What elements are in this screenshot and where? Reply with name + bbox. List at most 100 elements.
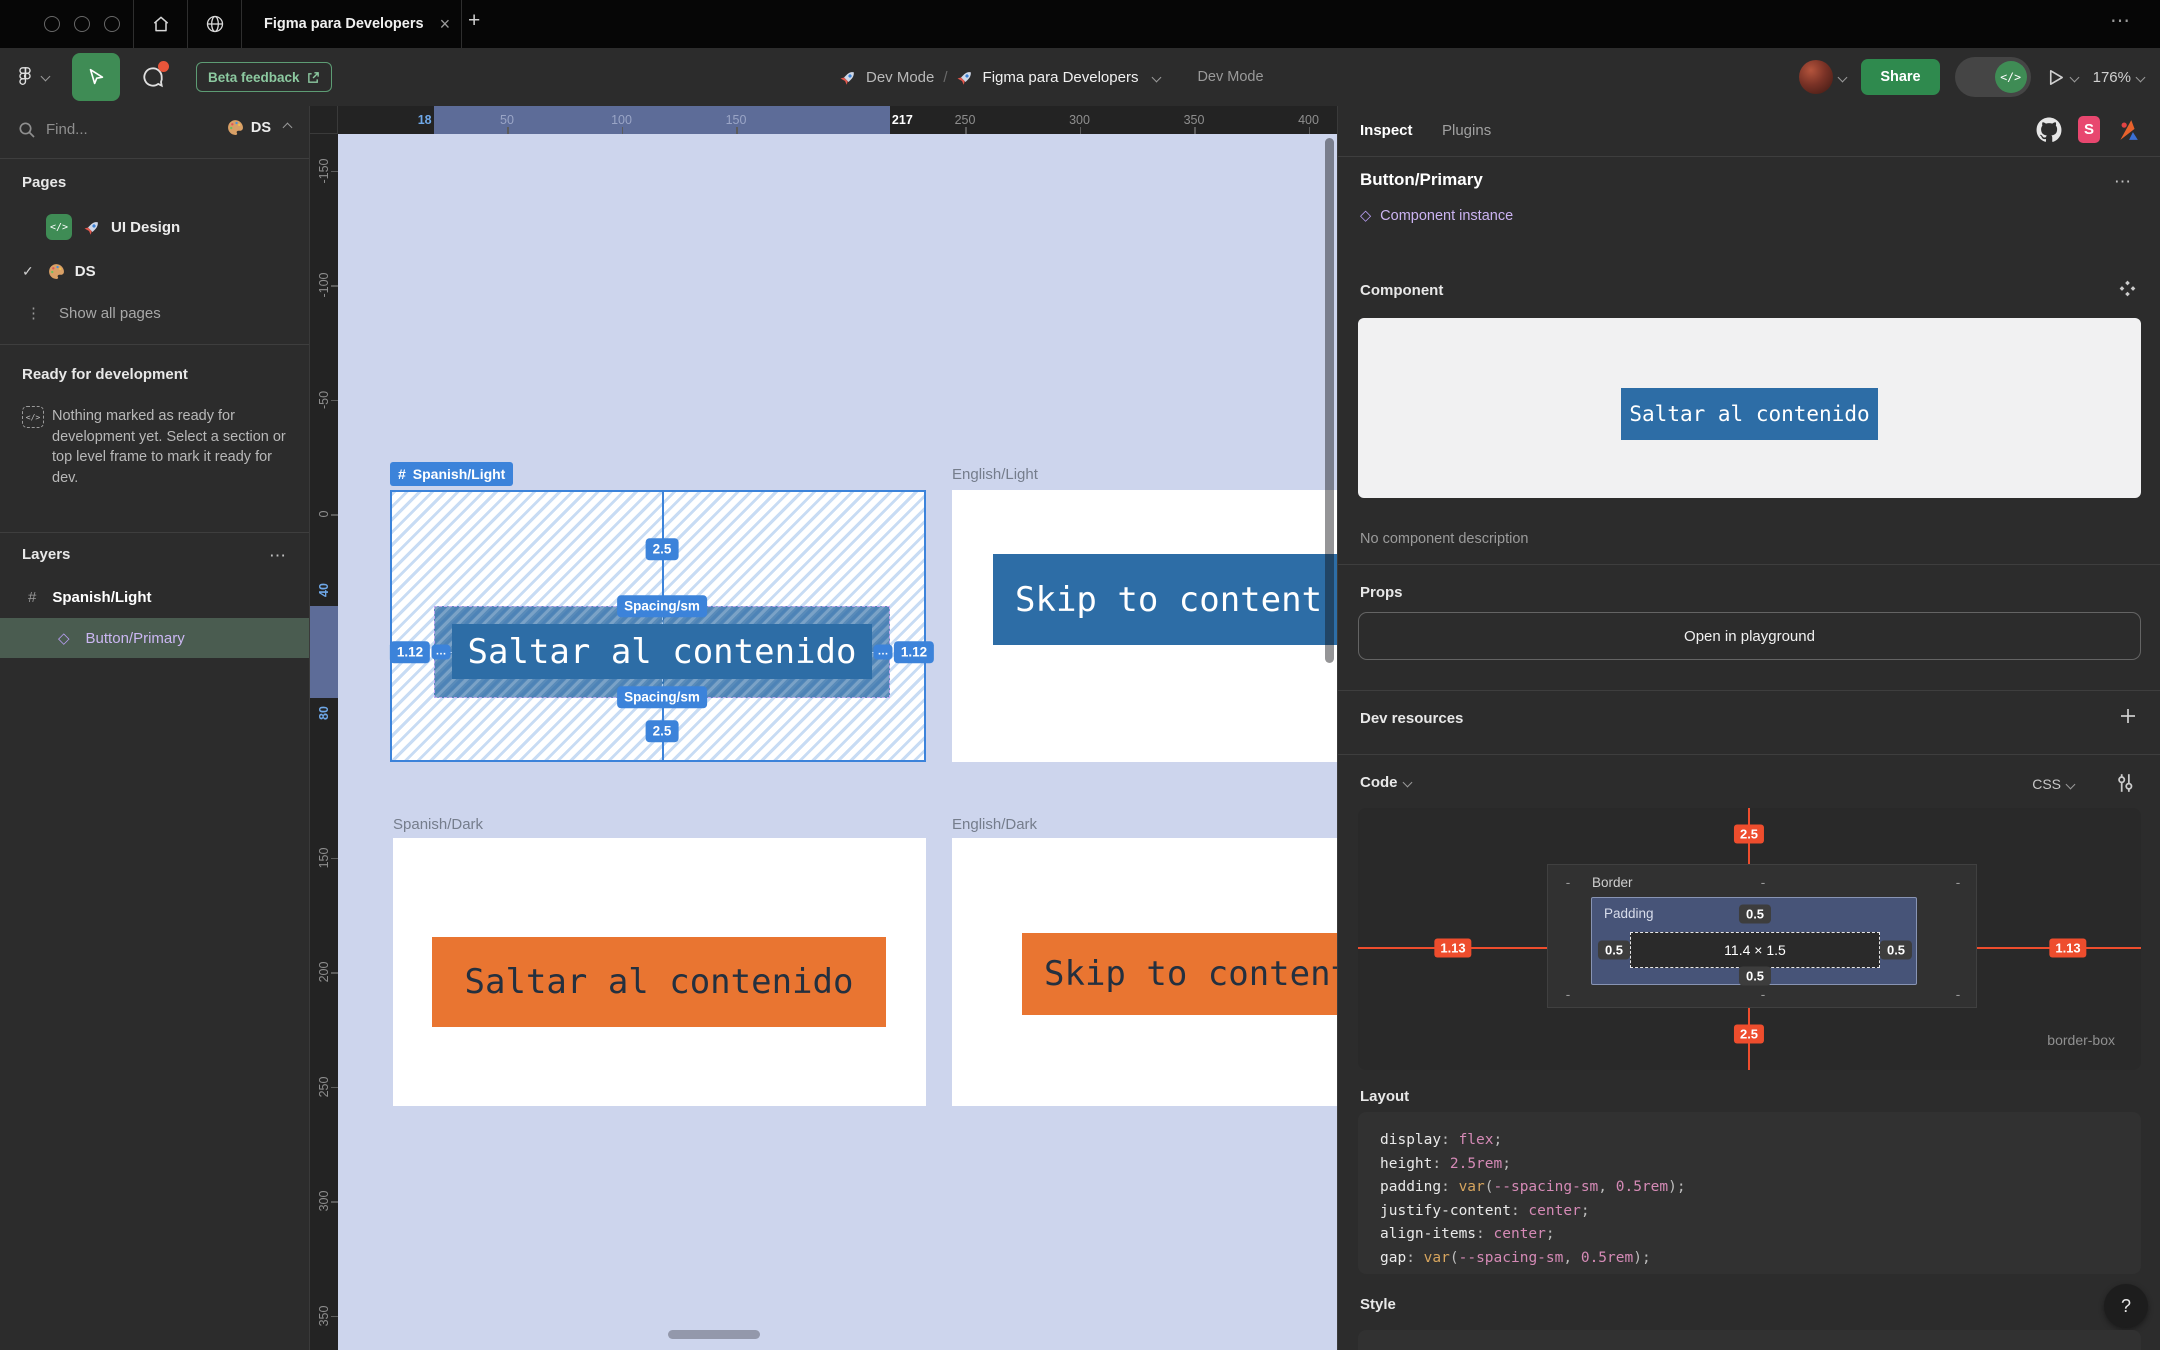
chevron-down-icon[interactable] xyxy=(1152,72,1162,82)
frame-spanish-dark[interactable]: Saltar al contenido xyxy=(393,838,926,1106)
measure-badge-spacing-top: Spacing/sm xyxy=(617,595,707,617)
help-button[interactable]: ? xyxy=(2104,1284,2148,1328)
dev-ready-badge-icon: </> xyxy=(46,214,72,240)
notification-dot xyxy=(158,61,169,72)
present-button[interactable] xyxy=(2046,68,2078,87)
share-button[interactable]: Share xyxy=(1861,59,1939,95)
account-menu[interactable] xyxy=(1799,60,1846,94)
storybook-icon[interactable]: S xyxy=(2078,116,2100,143)
comment-tool-button[interactable] xyxy=(140,64,166,90)
dev-mode-toggle[interactable]: </> xyxy=(1955,57,2031,97)
browser-tab-active[interactable]: Figma para Developers × xyxy=(242,0,461,48)
frame-english-light[interactable]: Skip to content xyxy=(952,490,1337,762)
sidebar-item-ds-current[interactable]: ✓ DS xyxy=(0,254,309,288)
page-label: UI Design xyxy=(111,219,180,236)
github-icon[interactable] xyxy=(2036,117,2062,143)
code-language-select[interactable]: CSS xyxy=(2032,776,2074,792)
search-icon xyxy=(18,121,36,139)
component-icon[interactable] xyxy=(2119,280,2136,297)
divider xyxy=(0,344,309,345)
canvas-horizontal-scrollbar[interactable] xyxy=(668,1330,760,1339)
globe-icon xyxy=(205,14,225,34)
figma-logo-icon xyxy=(14,65,36,87)
layer-label: Button/Primary xyxy=(86,630,185,647)
find-bar[interactable]: Find... DS xyxy=(0,106,309,154)
margin-bottom-badge: 2.5 xyxy=(1734,1025,1764,1044)
select-tool-button[interactable] xyxy=(72,53,120,101)
rocket-icon xyxy=(957,69,974,86)
frame-label-spanish-dark[interactable]: Spanish/Dark xyxy=(393,816,483,833)
skip-button-english-light[interactable]: Skip to content xyxy=(993,554,1337,645)
ruler-corner xyxy=(310,106,338,134)
frame-english-dark[interactable]: Skip to content xyxy=(952,838,1337,1106)
tab-inspect[interactable]: Inspect xyxy=(1360,122,1413,139)
frame-label-badge-spanish-light[interactable]: # Spanish/Light xyxy=(390,462,513,486)
beta-feedback-button[interactable]: Beta feedback xyxy=(196,62,332,92)
frame-label-english-light[interactable]: English/Light xyxy=(952,466,1038,483)
open-in-playground-button[interactable]: Open in playground xyxy=(1358,612,2141,660)
selection-type-label: Component instance xyxy=(1380,208,1513,224)
layout-code-block[interactable]: display: flex;height: 2.5rem;padding: va… xyxy=(1358,1112,2141,1274)
code-section-header[interactable]: Code xyxy=(1360,774,1411,791)
find-input[interactable]: Find... xyxy=(46,121,88,138)
canvas[interactable]: English/Light Skip to content Spanish/Da… xyxy=(310,106,1337,1350)
skip-button-spanish-light[interactable]: Saltar al contenido xyxy=(452,624,872,679)
horizontal-ruler: 1850100150217250300350400 xyxy=(310,106,1337,134)
new-tab-button[interactable]: + xyxy=(468,9,480,33)
page-switcher[interactable]: DS xyxy=(227,119,291,136)
measure-badge-gap-bottom: 2.5 xyxy=(646,720,679,742)
measure-badge-gap-top: 2.5 xyxy=(646,538,679,560)
padding-right-badge: 0.5 xyxy=(1880,941,1912,960)
layers-menu-button[interactable]: ⋯ xyxy=(269,546,287,566)
content-size-box[interactable]: 11.4 × 1.5 xyxy=(1630,932,1880,968)
props-section-header: Props xyxy=(1360,584,1403,601)
padding-box: Padding 0.5 0.5 0.5 0.5 11.4 × 1.5 xyxy=(1591,897,1917,985)
ready-for-dev-header: Ready for development xyxy=(22,366,188,383)
show-all-pages-button[interactable]: ⋮ Show all pages xyxy=(0,296,309,330)
ruler-selection-band-v xyxy=(310,606,338,698)
sidebar-item-ui-design[interactable]: </> UI Design xyxy=(0,210,309,244)
main-menu-button[interactable] xyxy=(14,65,49,87)
zoom-menu[interactable]: 176% xyxy=(2093,69,2144,86)
layout-section-header: Layout xyxy=(1360,1088,1409,1105)
style-code-block[interactable]: background: var(--color-accent, #006CAC)… xyxy=(1358,1330,2141,1350)
dev-ready-icon: </> xyxy=(22,406,44,428)
divider xyxy=(461,0,462,48)
measure-badge-spacing-bottom: Spacing/sm xyxy=(617,686,707,708)
measure-badge-side-left: 1.12 xyxy=(390,641,430,663)
plugin-icon[interactable] xyxy=(2116,118,2140,142)
skip-button-english-dark[interactable]: Skip to content xyxy=(1022,933,1337,1015)
frame-label-english-dark[interactable]: English/Dark xyxy=(952,816,1037,833)
traffic-light-close[interactable] xyxy=(44,16,60,32)
padding-top-badge: 0.5 xyxy=(1739,905,1771,924)
chevron-down-icon xyxy=(1838,72,1848,82)
traffic-light-minimize[interactable] xyxy=(74,16,90,32)
breadcrumb-file-name[interactable]: Figma para Developers xyxy=(983,69,1139,86)
layer-row-instance-selected[interactable]: ◇ Button/Primary xyxy=(0,618,309,658)
margin-left-badge: 1.13 xyxy=(1434,939,1471,958)
canvas-vertical-scrollbar[interactable] xyxy=(1325,138,1334,663)
tab-plugins[interactable]: Plugins xyxy=(1442,122,1491,139)
selection-menu-button[interactable]: ⋯ xyxy=(2114,172,2132,192)
avatar xyxy=(1799,60,1833,94)
padding-left-badge: 0.5 xyxy=(1598,941,1630,960)
browser-button[interactable] xyxy=(188,0,241,48)
breadcrumb-team[interactable]: Dev Mode xyxy=(866,69,934,86)
border-dash: - xyxy=(1566,875,1571,890)
traffic-light-zoom[interactable] xyxy=(104,16,120,32)
rocket-icon xyxy=(84,219,101,236)
home-button[interactable] xyxy=(134,0,187,48)
layer-row-frame[interactable]: # Spanish/Light xyxy=(0,578,309,616)
tab-close-icon[interactable]: × xyxy=(440,14,451,35)
chrome-overflow-menu[interactable]: ⋯ xyxy=(2110,8,2132,33)
box-sizing-label: border-box xyxy=(2047,1032,2115,1048)
external-link-icon xyxy=(307,71,320,84)
skip-button-spanish-dark[interactable]: Saltar al contenido xyxy=(432,937,886,1027)
component-instance-icon: ◇ xyxy=(58,629,70,647)
palette-icon xyxy=(227,119,244,136)
divider xyxy=(1338,754,2160,755)
inspect-panel: Inspect Plugins S Button/Primary ⋯ ◇ Com… xyxy=(1337,106,2160,1350)
palette-icon xyxy=(48,263,65,280)
code-settings-icon[interactable] xyxy=(2114,772,2136,794)
add-dev-resource-button[interactable] xyxy=(2118,706,2138,726)
